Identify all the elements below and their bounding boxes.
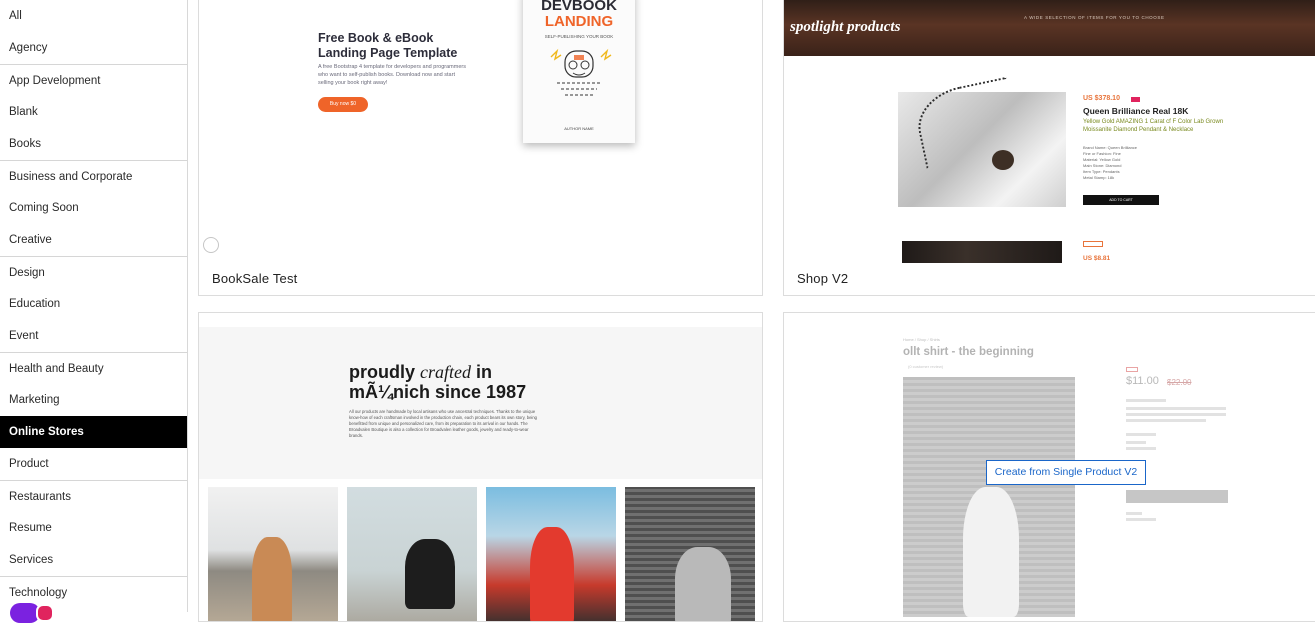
template-name: Shop V2 — [797, 271, 849, 286]
preview-description: A free Bootstrap 4 template for develope… — [318, 64, 466, 86]
product-price: US $378.10 — [1083, 95, 1120, 102]
template-card-crafted[interactable]: proudly crafted in mÃ¼nich since 1987 Al… — [198, 312, 763, 622]
robot-head-icon — [550, 48, 612, 96]
preview-price: $11.00 — [1126, 375, 1159, 387]
category-agency[interactable]: Agency — [0, 32, 187, 64]
category-all[interactable]: All — [0, 0, 187, 32]
category-restaurants[interactable]: Restaurants — [0, 480, 187, 512]
second-product-price: US $8.81 — [1083, 255, 1111, 262]
preview-buy-button: Buy now $0 — [318, 97, 368, 112]
preview-old-price: $22.00 — [1167, 378, 1192, 387]
category-marketing[interactable]: Marketing — [0, 384, 187, 416]
sale-tag-icon — [1083, 241, 1103, 247]
book-author: AUTHOR NAME — [564, 126, 594, 131]
category-product[interactable]: Product — [0, 448, 187, 480]
product-spec: Brand Name: Queen Brilliance — [1083, 145, 1138, 150]
category-coming-soon[interactable]: Coming Soon — [0, 192, 187, 224]
sale-tag-icon — [1126, 367, 1138, 372]
placeholder-line — [1126, 447, 1156, 450]
product-name: Queen Brilliance Real 18K — [1083, 106, 1189, 116]
preview-add-to-cart — [1126, 490, 1228, 503]
product-spec: Fine or Fashion: Fine — [1083, 151, 1121, 156]
category-education[interactable]: Education — [0, 288, 187, 320]
product-photo — [347, 487, 477, 621]
category-design[interactable]: Design — [0, 256, 187, 288]
preview-headline: Free Book & eBook Landing Page Template — [318, 31, 458, 60]
product-spec: Item Type: Pendants — [1083, 169, 1120, 174]
second-product-image — [902, 241, 1062, 263]
template-select-radio[interactable] — [203, 237, 219, 253]
placeholder-line — [1126, 512, 1142, 515]
placeholder-line — [1126, 441, 1146, 444]
product-spec: Metal Stamp: 18k — [1083, 175, 1115, 180]
notification-dot-icon — [36, 604, 54, 622]
template-name: BookSale Test — [212, 271, 298, 286]
preview-headline: proudly crafted in mÃ¼nich since 1987 — [349, 362, 527, 402]
placeholder-line — [1126, 433, 1156, 436]
preview-breadcrumb: Home / Shop / Shirts — [903, 337, 940, 342]
book-cover: DEVBOOK LANDING SELF-PUBLISHING YOUR BOO… — [523, 0, 635, 143]
category-health-and-beauty[interactable]: Health and Beauty — [0, 352, 187, 384]
category-sidebar: All Agency App Development Blank Books B… — [0, 0, 188, 612]
book-title-line1: DEVBOOK — [541, 0, 617, 14]
template-card-single-product-v2[interactable]: Home / Shop / Shirts ollt shirt - the be… — [783, 312, 1315, 622]
placeholder-line — [1126, 518, 1156, 521]
preview-banner: A WIDE SELECTION OF ITEMS FOR YOU TO CHO… — [784, 0, 1315, 56]
book-subtitle: SELF-PUBLISHING YOUR BOOK — [544, 34, 614, 39]
category-online-stores[interactable]: Online Stores — [0, 416, 187, 448]
preview-product-image — [903, 377, 1075, 617]
product-photo — [486, 487, 616, 621]
category-app-development[interactable]: App Development — [0, 64, 187, 96]
placeholder-line — [1126, 407, 1226, 410]
category-resume[interactable]: Resume — [0, 512, 187, 544]
category-books[interactable]: Books — [0, 128, 187, 160]
banner-title: spotlight products — [790, 19, 901, 35]
product-spec: Material: Yellow Gold — [1083, 157, 1121, 162]
preview-reviews: (0 customer review) — [908, 364, 944, 369]
category-event[interactable]: Event — [0, 320, 187, 352]
category-business-and-corporate[interactable]: Business and Corporate — [0, 160, 187, 192]
product-image — [898, 76, 1066, 207]
template-card-shop-v2[interactable]: A WIDE SELECTION OF ITEMS FOR YOU TO CHO… — [783, 0, 1315, 296]
template-card-booksale[interactable]: Free Book & eBook Landing Page Template … — [198, 0, 763, 296]
preview-product-title: ollt shirt - the beginning — [903, 346, 1034, 358]
category-services[interactable]: Services — [0, 544, 187, 576]
product-spec: Main Stone: Diamond — [1083, 163, 1122, 168]
preview-body-text: All our products are handmade by local a… — [349, 409, 537, 438]
product-photo — [208, 487, 338, 621]
placeholder-line — [1126, 399, 1166, 402]
product-photo — [625, 487, 755, 621]
category-creative[interactable]: Creative — [0, 224, 187, 256]
create-from-template-button[interactable]: Create from Single Product V2 — [986, 460, 1146, 485]
template-preview: Free Book & eBook Landing Page Template … — [199, 0, 762, 261]
product-subtitle: Yellow Gold AMAZING 1 Carat cf F Color L… — [1083, 119, 1224, 133]
book-title-line2: LANDING — [544, 13, 614, 30]
placeholder-line — [1126, 419, 1206, 422]
preview-hero — [199, 327, 762, 479]
banner-caption: A WIDE SELECTION OF ITEMS FOR YOU TO CHO… — [1024, 15, 1165, 20]
placeholder-line — [1126, 413, 1226, 416]
preview-add-to-cart: ADD TO CART — [1083, 195, 1159, 205]
sale-tag-icon — [1131, 97, 1140, 102]
category-blank[interactable]: Blank — [0, 96, 187, 128]
